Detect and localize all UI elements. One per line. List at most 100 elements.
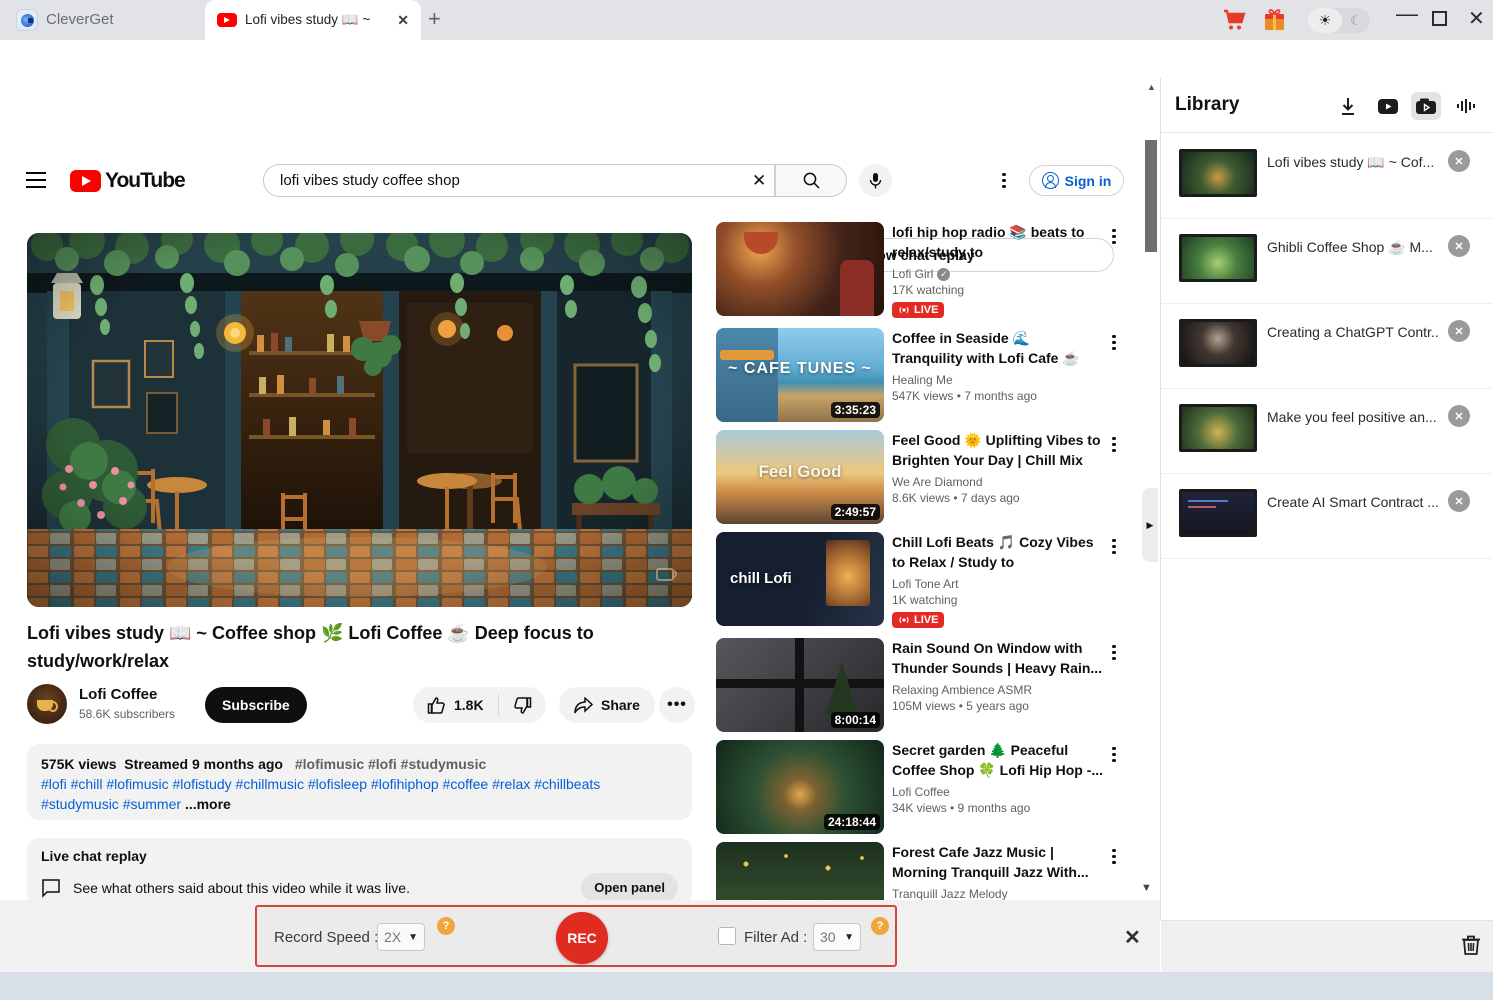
tab-close-icon[interactable]: ✕ — [397, 12, 409, 29]
recommended-title[interactable]: lofi hip hop radio 📚 beats to relax/stud… — [892, 222, 1104, 262]
description-box[interactable]: 575K views Streamed 9 months ago #lofimu… — [27, 744, 692, 820]
video-options-icon[interactable] — [1112, 846, 1116, 867]
light-mode-icon[interactable]: ☀ — [1308, 8, 1342, 33]
recommended-channel[interactable]: Relaxing Ambience ASMR — [892, 683, 1032, 697]
recommended-video[interactable]: 24:18:44 Secret garden 🌲 Peaceful Coffee… — [716, 740, 1136, 836]
video-options-icon[interactable] — [1112, 332, 1116, 353]
voice-search-button[interactable] — [859, 164, 892, 197]
remove-item-icon[interactable]: ✕ — [1448, 405, 1470, 427]
hashtags[interactable]: #lofi #chill #lofimusic #lofistudy #chil… — [41, 776, 600, 792]
open-panel-button[interactable]: Open panel — [581, 873, 678, 902]
video-thumbnail[interactable]: Feel Good2:49:57 — [716, 430, 884, 524]
recommended-video[interactable]: Feel Good2:49:57 Feel Good 🌞 Uplifting V… — [716, 430, 1136, 526]
chevron-down-icon[interactable]: ▼ — [1141, 882, 1152, 894]
library-item-title[interactable]: Create AI Smart Contract ... — [1267, 494, 1439, 510]
remove-item-icon[interactable]: ✕ — [1448, 490, 1470, 512]
video-tab-icon[interactable] — [1373, 92, 1403, 120]
search-box[interactable] — [263, 164, 775, 197]
browser-tab[interactable]: Lofi vibes study 📖 ~ ✕ — [205, 0, 421, 40]
recorder-tab-icon[interactable] — [1411, 92, 1441, 120]
hashtags[interactable]: #studymusic #summer — [41, 796, 181, 812]
channel-avatar[interactable] — [27, 684, 67, 724]
video-thumbnail[interactable]: Forest Cafe Jazz — [716, 842, 884, 900]
gift-icon[interactable] — [1262, 8, 1287, 37]
library-item[interactable]: Create AI Smart Contract ... ✕ — [1161, 474, 1493, 559]
panel-expand-handle[interactable]: ▶ — [1142, 488, 1158, 562]
window-close-button[interactable]: ✕ — [1468, 9, 1485, 29]
dark-mode-icon[interactable]: ☾ — [1342, 8, 1370, 33]
video-options-icon[interactable] — [1112, 744, 1116, 765]
like-button[interactable]: 1.8K — [413, 696, 498, 715]
library-item-title[interactable]: Ghibli Coffee Shop ☕ M... — [1267, 239, 1439, 256]
new-tab-button[interactable]: + — [428, 8, 441, 30]
library-thumbnail[interactable] — [1179, 489, 1257, 537]
remove-item-icon[interactable]: ✕ — [1448, 150, 1470, 172]
youtube-menu-icon[interactable] — [995, 170, 1013, 191]
cart-icon[interactable] — [1222, 9, 1246, 36]
record-bar-close-button[interactable]: ✕ — [1124, 925, 1141, 950]
recommended-video[interactable]: lofi hip hop radio 📚 beats to relax/stud… — [716, 222, 1136, 318]
search-clear-icon[interactable]: ✕ — [752, 171, 766, 191]
dislike-button[interactable] — [499, 696, 546, 715]
scrollbar-thumb[interactable] — [1145, 140, 1157, 252]
library-item[interactable]: Lofi vibes study 📖 ~ Cof... ✕ — [1161, 134, 1493, 219]
library-thumbnail[interactable] — [1179, 404, 1257, 452]
library-thumbnail[interactable] — [1179, 149, 1257, 197]
sign-in-button[interactable]: Sign in — [1029, 165, 1124, 196]
video-options-icon[interactable] — [1112, 226, 1116, 247]
remove-item-icon[interactable]: ✕ — [1448, 235, 1470, 257]
recommended-title[interactable]: Chill Lofi Beats 🎵 Cozy Vibes to Relax /… — [892, 532, 1104, 572]
library-thumbnail[interactable] — [1179, 234, 1257, 282]
maximize-button[interactable] — [1432, 11, 1447, 26]
recommended-video[interactable]: chill Lofi Chill Lofi Beats 🎵 Cozy Vibes… — [716, 532, 1136, 628]
scrollbar-up-arrow[interactable]: ▲ — [1147, 82, 1156, 92]
show-more-link[interactable]: ...more — [185, 796, 231, 812]
youtube-logo[interactable]: YouTube — [70, 169, 185, 193]
recommended-title[interactable]: Rain Sound On Window with Thunder Sounds… — [892, 638, 1104, 678]
video-thumbnail[interactable] — [716, 222, 884, 316]
search-button[interactable] — [775, 164, 847, 197]
trash-icon[interactable] — [1461, 934, 1481, 961]
library-thumbnail[interactable] — [1179, 319, 1257, 367]
video-thumbnail[interactable]: chill Lofi — [716, 532, 884, 626]
record-speed-select[interactable]: 2X ▼ — [377, 923, 425, 951]
filter-ad-select[interactable]: 30 ▼ — [813, 923, 861, 951]
video-options-icon[interactable] — [1112, 642, 1116, 663]
subscribe-button[interactable]: Subscribe — [205, 687, 307, 723]
more-actions-button[interactable]: ••• — [659, 687, 695, 723]
download-tab-icon[interactable] — [1333, 92, 1363, 120]
recommended-channel[interactable]: Lofi Coffee — [892, 785, 950, 799]
library-item[interactable]: Ghibli Coffee Shop ☕ M... ✕ — [1161, 219, 1493, 304]
theme-toggle[interactable]: ☀ ☾ — [1308, 8, 1370, 33]
recommended-title[interactable]: Feel Good 🌞 Uplifting Vibes to Brighten … — [892, 430, 1104, 470]
recommended-video[interactable]: Forest Cafe Jazz Forest Cafe Jazz Music … — [716, 842, 1136, 900]
library-item-title[interactable]: Make you feel positive an... — [1267, 409, 1439, 425]
recommended-title[interactable]: Secret garden 🌲 Peaceful Coffee Shop 🍀 L… — [892, 740, 1104, 780]
video-player[interactable] — [27, 233, 692, 607]
video-options-icon[interactable] — [1112, 434, 1116, 455]
search-input[interactable] — [280, 172, 700, 189]
recommended-video[interactable]: ~ CAFE TUNES ~3:35:23 Coffee in Seaside … — [716, 328, 1136, 424]
library-item[interactable]: Creating a ChatGPT Contr... ✕ — [1161, 304, 1493, 389]
video-thumbnail[interactable]: ~ CAFE TUNES ~3:35:23 — [716, 328, 884, 422]
recommended-channel[interactable]: Lofi Tone Art — [892, 577, 959, 591]
recommended-channel[interactable]: Healing Me — [892, 373, 953, 387]
minimize-button[interactable]: — — [1396, 4, 1418, 24]
audio-tab-icon[interactable] — [1451, 92, 1481, 120]
recommended-title[interactable]: Coffee in Seaside 🌊 Tranquility with Lof… — [892, 328, 1104, 368]
speed-help-icon[interactable]: ? — [437, 917, 455, 935]
library-item-title[interactable]: Creating a ChatGPT Contr... — [1267, 324, 1439, 340]
remove-item-icon[interactable]: ✕ — [1448, 320, 1470, 342]
share-button[interactable]: Share — [559, 687, 655, 723]
video-thumbnail[interactable]: 24:18:44 — [716, 740, 884, 834]
recommended-channel[interactable]: Tranquill Jazz Melody — [892, 887, 1008, 900]
filter-help-icon[interactable]: ? — [871, 917, 889, 935]
library-item-title[interactable]: Lofi vibes study 📖 ~ Cof... — [1267, 154, 1439, 171]
video-options-icon[interactable] — [1112, 536, 1116, 557]
recommended-title[interactable]: Forest Cafe Jazz Music | Morning Tranqui… — [892, 842, 1104, 882]
recommended-channel[interactable]: We Are Diamond — [892, 475, 983, 489]
filter-ad-checkbox[interactable] — [718, 927, 736, 945]
recommended-channel[interactable]: Lofi Girl — [892, 267, 933, 281]
library-item[interactable]: Make you feel positive an... ✕ — [1161, 389, 1493, 474]
hamburger-menu-icon[interactable] — [26, 172, 46, 188]
